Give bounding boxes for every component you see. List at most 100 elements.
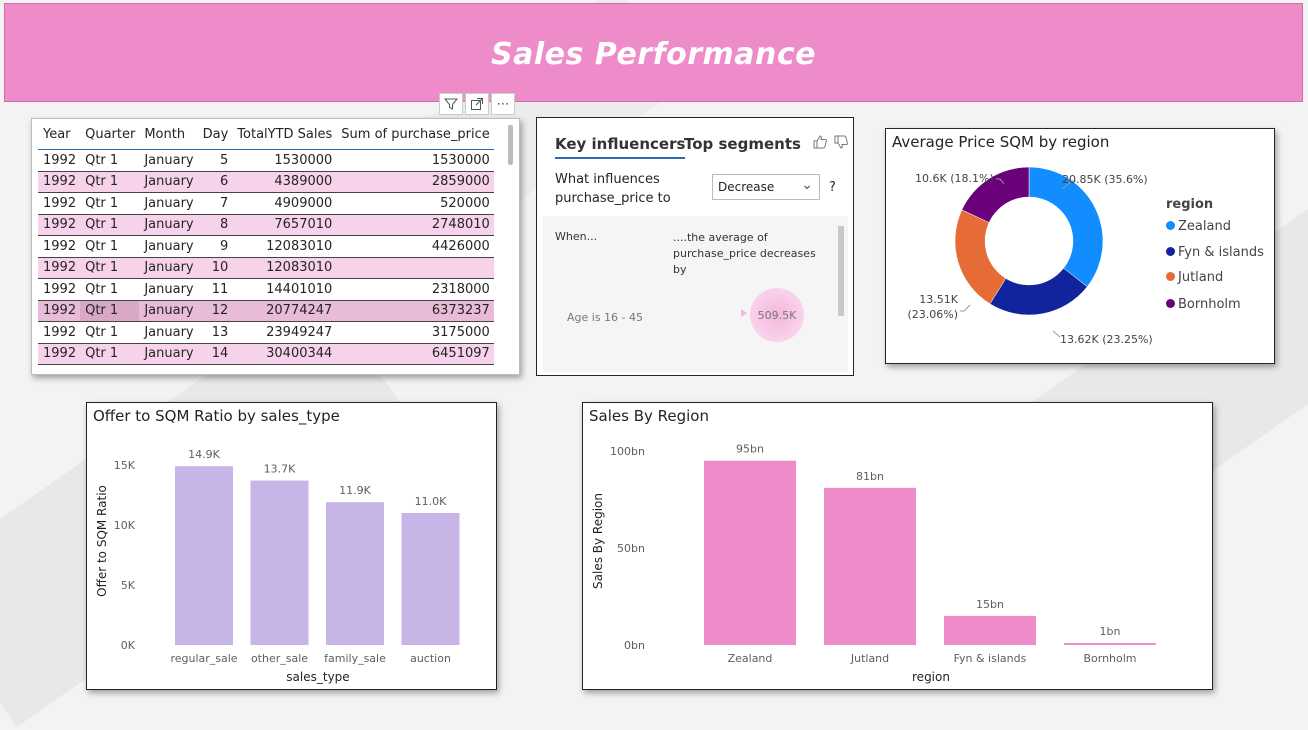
more-options-icon[interactable]: ⋯ — [491, 93, 515, 115]
table-row[interactable]: 1992 Qtr 1 January 6 4389000 2859000 — [38, 171, 494, 193]
table-cell[interactable]: 1992 — [38, 300, 81, 322]
table-cell[interactable]: January — [139, 235, 198, 258]
table-cell[interactable]: 32598054 — [232, 364, 337, 369]
table-row[interactable]: 1992 Qtr 1 January 8 7657010 2748010 — [38, 214, 494, 236]
table-cell[interactable]: 1992 — [38, 364, 81, 369]
table-cell[interactable]: 14 — [197, 343, 233, 365]
table-cell[interactable]: 1992 — [38, 171, 81, 193]
table-cell[interactable]: 14401010 — [232, 278, 337, 301]
table-cell[interactable]: 520000 — [336, 192, 494, 215]
table-cell[interactable]: Qtr 1 — [80, 321, 140, 344]
table-cell[interactable]: 2197710 — [336, 364, 494, 369]
table-cell[interactable]: 1992 — [38, 214, 81, 236]
table-cell[interactable]: January — [139, 214, 198, 236]
bar-auction[interactable] — [401, 513, 460, 645]
table-cell[interactable]: January — [139, 343, 198, 365]
table-cell[interactable]: Qtr 1 — [80, 300, 140, 322]
legend-item-fyn[interactable]: Fyn & islands — [1166, 245, 1264, 260]
table-cell[interactable]: Qtr 1 — [80, 192, 140, 215]
tab-top-segments[interactable]: Top segments — [684, 135, 801, 153]
table-cell[interactable]: Qtr 1 — [80, 149, 140, 172]
table-cell[interactable]: 1992 — [38, 192, 81, 215]
table-cell[interactable]: Qtr 1 — [80, 343, 140, 365]
column-header[interactable]: Sum of purchase_price — [336, 123, 494, 150]
tab-key-influencers[interactable]: Key influencers — [555, 135, 686, 159]
table-cell[interactable]: January — [139, 364, 198, 369]
table-cell[interactable]: January — [139, 321, 198, 344]
legend-item-zealand[interactable]: Zealand — [1166, 219, 1231, 234]
table-cell[interactable]: 13 — [197, 321, 233, 344]
table-cell[interactable]: 4909000 — [232, 192, 337, 215]
legend-item-bornholm[interactable]: Bornholm — [1166, 297, 1241, 312]
thumbs-down-icon[interactable] — [833, 135, 849, 154]
column-header[interactable]: Year — [38, 123, 81, 150]
bar-other-sale[interactable] — [250, 480, 309, 645]
table-cell[interactable]: 1530000 — [232, 149, 337, 172]
table-cell[interactable]: 2748010 — [336, 214, 494, 236]
table-cell[interactable]: January — [139, 192, 198, 215]
focus-mode-icon[interactable] — [465, 93, 489, 115]
table-cell[interactable]: January — [139, 300, 198, 322]
table-cell[interactable]: Qtr 1 — [80, 235, 140, 258]
table-cell[interactable]: 5 — [197, 149, 233, 172]
table-row[interactable]: 1992 Qtr 1 January 13 23949247 3175000 — [38, 321, 494, 344]
bar-family-sale[interactable] — [326, 502, 384, 645]
table-cell[interactable]: 1992 — [38, 321, 81, 344]
table-cell[interactable]: Qtr 1 — [80, 364, 140, 369]
table-cell[interactable]: 8 — [197, 214, 233, 236]
table-cell[interactable]: Qtr 1 — [80, 171, 140, 193]
table-cell[interactable]: 20774247 — [232, 300, 337, 322]
table-cell[interactable]: 1992 — [38, 278, 81, 301]
table-cell[interactable] — [336, 257, 494, 279]
thumbs-up-icon[interactable] — [812, 135, 833, 154]
table-cell[interactable]: 4426000 — [336, 235, 494, 258]
bar-jutland[interactable] — [824, 487, 916, 645]
table-cell[interactable]: 7657010 — [232, 214, 337, 236]
table-cell[interactable]: 6451097 — [336, 343, 494, 365]
table-cell[interactable]: 1992 — [38, 235, 81, 258]
column-header[interactable]: Month — [139, 123, 198, 150]
table-cell[interactable]: 12 — [197, 300, 233, 322]
bar-regular-sale[interactable] — [175, 466, 233, 645]
column-header[interactable]: Day — [197, 123, 233, 150]
table-cell[interactable]: January — [139, 171, 198, 193]
table-cell[interactable]: January — [139, 149, 198, 172]
table-row[interactable]: 1992Qtr 1January15325980542197710 — [38, 364, 494, 369]
direction-dropdown[interactable]: Decrease ⌄ — [712, 174, 820, 200]
table-scrollbar[interactable] — [508, 125, 513, 165]
table-row[interactable]: 1992 Qtr 1 January 12 20774247 6373237 — [38, 300, 494, 322]
table-cell[interactable]: 6373237 — [336, 300, 494, 322]
column-header[interactable]: Quarter — [80, 123, 140, 150]
bar-fyn-islands[interactable] — [944, 615, 1036, 645]
table-cell[interactable]: 10 — [197, 257, 233, 279]
donut-slice-jutland[interactable] — [954, 209, 1007, 305]
table-cell[interactable]: 6 — [197, 171, 233, 193]
table-cell[interactable]: 11 — [197, 278, 233, 301]
column-header[interactable]: TotalYTD Sales — [232, 123, 337, 150]
table-cell[interactable]: Qtr 1 — [80, 278, 140, 301]
table-cell[interactable]: 12083010 — [232, 257, 337, 279]
donut-slice-fyn-islands[interactable] — [989, 267, 1088, 316]
table-row[interactable]: 1992 Qtr 1 January 10 12083010 — [38, 257, 494, 279]
table-cell[interactable]: 7 — [197, 192, 233, 215]
table-row[interactable]: 1992 Qtr 1 January 5 1530000 1530000 — [38, 149, 494, 172]
table-cell[interactable]: 2859000 — [336, 171, 494, 193]
table-cell[interactable]: 9 — [197, 235, 233, 258]
table-cell[interactable]: 3175000 — [336, 321, 494, 344]
table-cell[interactable]: 12083010 — [232, 235, 337, 258]
table-cell[interactable]: 15 — [197, 364, 233, 369]
table-cell[interactable]: Qtr 1 — [80, 257, 140, 279]
table-cell[interactable]: 1992 — [38, 149, 81, 172]
bar-zealand[interactable] — [704, 460, 796, 645]
table-cell[interactable]: Qtr 1 — [80, 214, 140, 236]
table-cell[interactable]: January — [139, 257, 198, 279]
bar-bornholm[interactable] — [1064, 643, 1156, 645]
table-cell[interactable]: 2318000 — [336, 278, 494, 301]
table-cell[interactable]: 4389000 — [232, 171, 337, 193]
table-row[interactable]: 1992 Qtr 1 January 9 12083010 4426000 — [38, 235, 494, 258]
table-cell[interactable]: 23949247 — [232, 321, 337, 344]
table-row[interactable]: 1992 Qtr 1 January 7 4909000 520000 — [38, 192, 494, 215]
filter-icon[interactable] — [439, 93, 463, 115]
table-row[interactable]: 1992 Qtr 1 January 11 14401010 2318000 — [38, 278, 494, 301]
influencer-factor[interactable]: Age is 16 - 45 — [567, 311, 643, 324]
